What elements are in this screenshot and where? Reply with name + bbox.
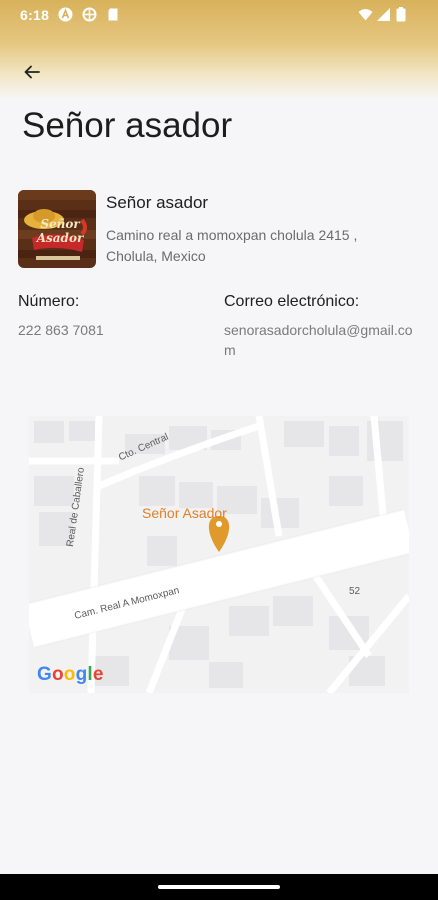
wifi-icon xyxy=(358,7,373,22)
location-map[interactable]: Señor Asador Cam. Real A Momoxpan Real d… xyxy=(29,416,409,693)
phone-label: Número: xyxy=(18,293,80,310)
email-value[interactable]: senorasadorcholula@gmail.com xyxy=(224,320,420,360)
email-label: Correo electrónico: xyxy=(224,293,360,310)
svg-text:Asador: Asador xyxy=(36,231,85,245)
page-title: Señor asador xyxy=(22,106,233,145)
arrow-back-icon xyxy=(24,65,40,79)
vpn-notification-icon xyxy=(82,7,97,22)
svg-text:Señor: Señor xyxy=(40,217,81,231)
cell-signal-icon xyxy=(376,7,391,22)
map-number-label: 52 xyxy=(349,586,361,597)
business-logo: Señor Asador xyxy=(18,190,96,268)
back-button[interactable] xyxy=(18,58,46,86)
battery-icon xyxy=(396,7,406,22)
app-notification-icon xyxy=(58,7,73,22)
sd-card-icon xyxy=(106,7,121,22)
map-tiles xyxy=(29,416,409,693)
home-gesture-handle[interactable] xyxy=(158,885,280,889)
phone-value[interactable]: 222 863 7081 xyxy=(18,320,104,340)
google-logo: Google xyxy=(37,664,104,685)
system-navigation-bar xyxy=(0,874,438,900)
business-name: Señor asador xyxy=(106,193,209,212)
business-address: Camino real a momoxpan cholula 2415 , Ch… xyxy=(106,227,358,264)
status-time: 6:18 xyxy=(20,7,50,23)
status-bar: 6:18 xyxy=(0,0,438,30)
map-place-label: Señor Asador xyxy=(142,505,227,521)
